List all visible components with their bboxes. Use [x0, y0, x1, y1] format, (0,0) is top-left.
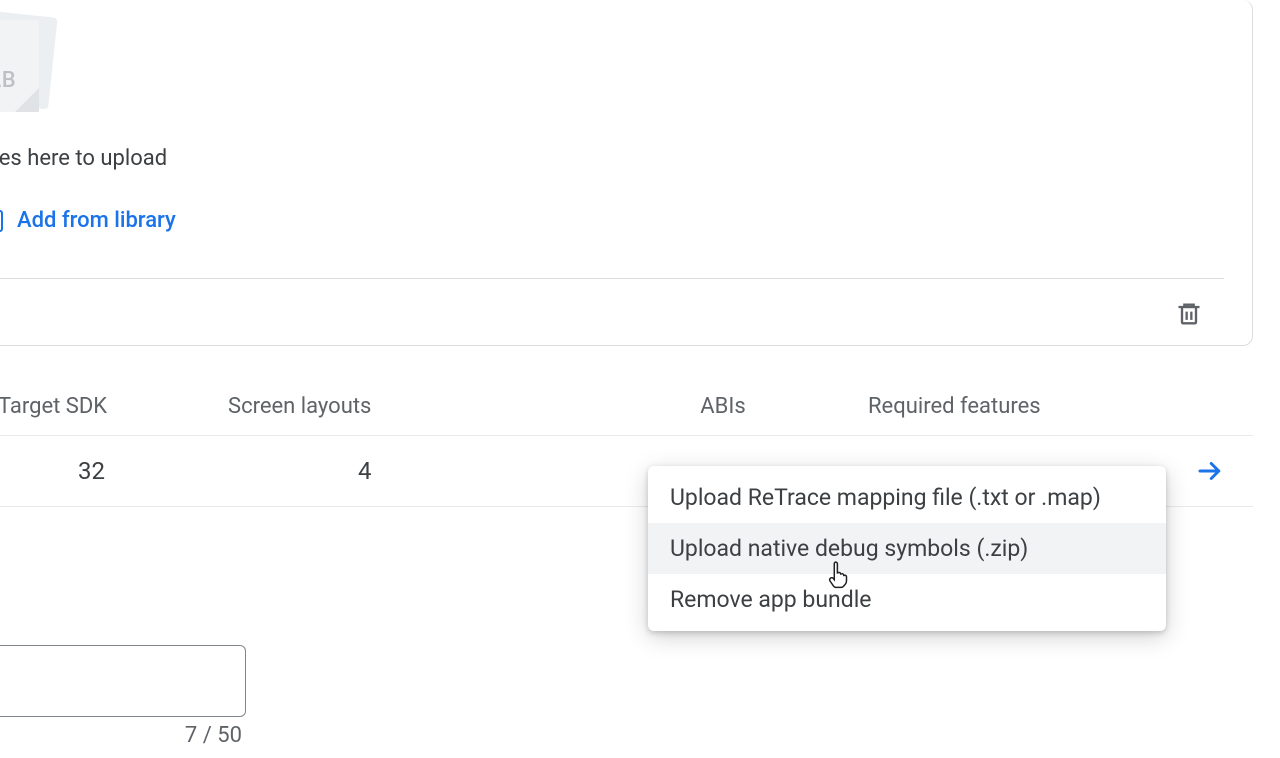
- add-from-library-button[interactable]: Add from library: [0, 208, 176, 233]
- menu-item-upload-retrace[interactable]: Upload ReTrace mapping file (.txt or .ma…: [648, 472, 1166, 523]
- add-to-library-icon: [0, 210, 3, 232]
- char-counter: 7 / 50: [0, 723, 246, 748]
- menu-item-remove-bundle[interactable]: Remove app bundle: [648, 574, 1166, 625]
- add-from-library-label: Add from library: [17, 208, 176, 233]
- col-target-sdk: Target SDK: [0, 394, 228, 419]
- aab-badge-label: .AAB: [0, 68, 16, 93]
- arrow-right-icon: [1195, 456, 1225, 486]
- bundle-table-header: Target SDK Screen layouts ABIs Required …: [0, 386, 1253, 436]
- release-name-input[interactable]: [0, 645, 246, 717]
- divider: [0, 278, 1224, 279]
- col-required-features: Required features: [868, 394, 1153, 419]
- trash-icon: [1175, 300, 1203, 328]
- col-abis: ABIs: [578, 394, 868, 419]
- cell-screen-layouts: 4: [228, 457, 578, 485]
- col-screen-layouts: Screen layouts: [228, 394, 578, 419]
- cell-target-sdk: 32: [0, 457, 228, 485]
- drop-hint-text: dles here to upload: [0, 146, 167, 171]
- upload-card: .AAB dles here to upload Add from librar…: [0, 0, 1253, 346]
- aab-file-graphic: .AAB: [0, 20, 59, 120]
- release-name-field-wrap: 7 / 50: [0, 645, 246, 748]
- delete-bundle-button[interactable]: [1171, 296, 1207, 332]
- menu-item-upload-native-symbols[interactable]: Upload native debug symbols (.zip): [648, 523, 1166, 574]
- row-context-menu: Upload ReTrace mapping file (.txt or .ma…: [648, 466, 1166, 631]
